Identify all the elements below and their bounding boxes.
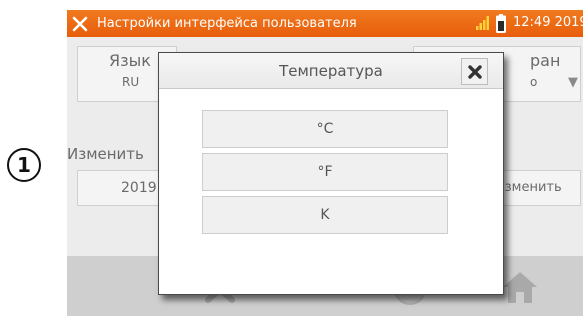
step-marker: 1	[7, 148, 41, 182]
change-button-label: Изменить	[495, 180, 562, 195]
dialog-title: Температура	[279, 62, 383, 80]
screen-value-fragment: о	[530, 75, 538, 89]
battery-icon	[496, 14, 506, 37]
dropdown-arrow-icon: ▼	[568, 75, 578, 90]
signal-icon	[476, 16, 492, 34]
option-celsius[interactable]: °C	[202, 110, 448, 148]
date-section-label: Изменить	[67, 145, 144, 163]
status-clock: 12:49 2019.04.10	[513, 15, 583, 30]
screen-label-fragment: ран	[530, 51, 561, 70]
language-value: RU	[122, 75, 140, 89]
temperature-dialog: Температура °C °F K	[158, 52, 504, 295]
settings-tools-icon	[67, 10, 93, 37]
option-kelvin[interactable]: K	[202, 196, 448, 234]
device-screen: Настройки интерфейса пользователя 12:49 …	[67, 10, 583, 316]
option-fahrenheit[interactable]: °F	[202, 153, 448, 191]
date-value-fragment: 2019	[121, 180, 157, 196]
language-label: Язык	[109, 51, 151, 70]
home-icon[interactable]	[501, 270, 539, 308]
step-number: 1	[17, 153, 31, 177]
dialog-header: Температура	[159, 53, 503, 89]
status-title: Настройки интерфейса пользователя	[97, 16, 357, 31]
close-icon[interactable]	[461, 58, 488, 85]
status-bar: Настройки интерфейса пользователя 12:49 …	[67, 10, 583, 37]
